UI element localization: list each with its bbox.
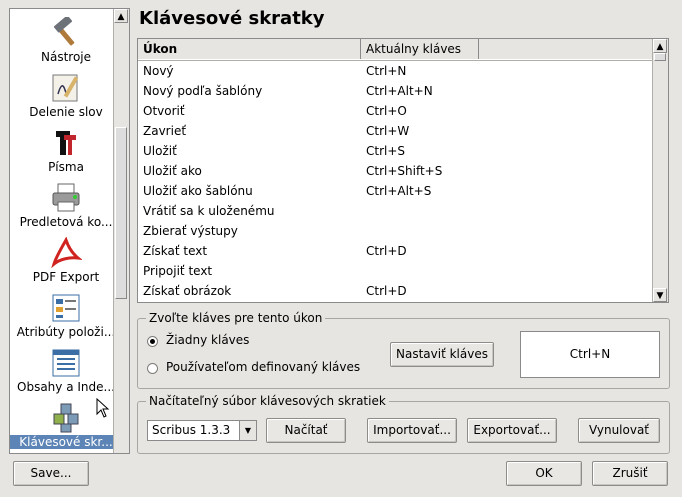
import-button[interactable]: Importovať... [367,418,457,443]
page-title: Klávesové skratky [139,8,325,29]
row-action: Nový [143,64,174,78]
load-button[interactable]: Načítať [266,418,346,443]
row-action: Vrátiť sa k uloženému [143,204,275,218]
row-key: Ctrl+Alt+S [366,184,432,198]
row-action: Nový podľa šablóny [143,84,263,98]
sidebar-item-preflight[interactable]: Predletová ko... [10,182,122,229]
row-action: Zavrieť [143,124,187,138]
radio-no-key-label[interactable]: Žiadny kláves [166,333,249,347]
pdf-icon [50,236,83,269]
fonts-icon [50,127,82,159]
table-row[interactable]: Získať text Ctrl+D [138,241,654,261]
sidebar-scrollbar[interactable]: ▲ [113,9,129,453]
table-header: Úkon Aktuálny kláves [138,39,654,61]
keyset-select[interactable]: Scribus 1.3.3 ▼ [147,420,257,441]
row-key: Ctrl+O [366,104,407,118]
table-row[interactable]: Zavrieť Ctrl+W [138,121,654,141]
table-row[interactable]: Získať obrázok Ctrl+D [138,281,654,301]
keyset-select-value: Scribus 1.3.3 [152,423,231,437]
ok-button[interactable]: OK [506,461,582,486]
export-button[interactable]: Exportovať... [467,418,557,443]
row-action: Uložiť ako [143,164,202,178]
column-header-key[interactable]: Aktuálny kláves [361,39,479,59]
table-row[interactable]: Uložiť ako Ctrl+Shift+S [138,161,654,181]
row-action: Uložiť ako šablónu [143,184,253,198]
sidebar-scroll-thumb[interactable] [115,127,127,299]
scroll-down-icon[interactable]: ▼ [653,288,667,302]
mouse-cursor-icon [96,397,110,421]
row-key: Ctrl+N [366,64,407,78]
save-button[interactable]: Save... [13,461,89,486]
column-header-filler [479,39,654,59]
cancel-button[interactable]: Zrušiť [592,461,668,486]
row-action: Pripojiť text [143,264,213,278]
radio-user-defined[interactable] [147,363,158,374]
hyphenation-icon [50,72,82,104]
hammer-icon [50,15,82,49]
table-row[interactable]: Otvoriť Ctrl+O [138,101,654,121]
row-key: Ctrl+Alt+N [366,84,433,98]
sidebar-item-toc[interactable]: Obsahy a Inde... [10,347,122,394]
sidebar-item-pdf-export[interactable]: PDF Export [10,236,122,284]
radio-user-defined-label[interactable]: Používateľom definovaný kláves [166,360,360,374]
sidebar-item-attributes[interactable]: Atribúty položi... [10,292,122,339]
file-group-legend: Načítateľný súbor klávesových skratiek [149,394,386,408]
table-row[interactable]: Nový podľa šablóny Ctrl+Alt+N [138,81,654,101]
table-row[interactable]: Zbierať výstupy [138,221,654,241]
table-row[interactable]: Uložiť Ctrl+S [138,141,654,161]
table-scroll-thumb[interactable] [654,53,666,61]
sidebar-item-tools[interactable]: Nástroje [10,15,122,64]
attributes-icon [50,292,82,324]
preflight-icon [50,182,82,214]
chevron-down-icon[interactable]: ▼ [239,421,256,440]
row-action: Získať text [143,244,208,258]
scroll-up-icon[interactable]: ▲ [114,9,128,23]
table-row[interactable]: Uložiť ako šablónu Ctrl+Alt+S [138,181,654,201]
table-row[interactable]: Vrátiť sa k uloženému [138,201,654,221]
column-header-action[interactable]: Úkon [138,39,361,59]
sidebar-item-fonts[interactable]: Písma [10,127,122,174]
row-key: Ctrl+S [366,144,406,158]
row-key: Ctrl+D [366,284,407,298]
row-action: Otvoriť [143,104,185,118]
row-key: Ctrl+Shift+S [366,164,443,178]
row-key: Ctrl+W [366,124,410,138]
current-key-display: Ctrl+N [520,331,660,378]
row-key: Ctrl+D [366,244,407,258]
table-row[interactable]: Nový Ctrl+N [138,61,654,81]
keyboard-shortcuts-icon [50,402,82,434]
sidebar-item-hyphenation[interactable]: Delenie slov [10,72,122,119]
table-row[interactable]: Pripojiť text [138,261,654,281]
set-key-button[interactable]: Nastaviť kláves [390,342,494,367]
row-action: Uložiť [143,144,177,158]
shortcuts-table[interactable]: Úkon Aktuálny kláves Nový Ctrl+N Nový podľ… [137,38,669,303]
scroll-up-icon[interactable]: ▲ [653,39,667,53]
table-scrollbar[interactable]: ▲ ▼ [652,39,668,302]
radio-no-key[interactable] [147,336,158,347]
row-action: Získať obrázok [143,284,232,298]
reset-button[interactable]: Vynulovať [578,418,660,443]
row-action: Zbierať výstupy [143,224,238,238]
toc-icon [50,347,82,379]
key-group-legend: Zvoľte kláves pre tento úkon [149,311,323,325]
sidebar[interactable]: Nástroje Delenie slov Písma Predletová k… [9,8,130,454]
